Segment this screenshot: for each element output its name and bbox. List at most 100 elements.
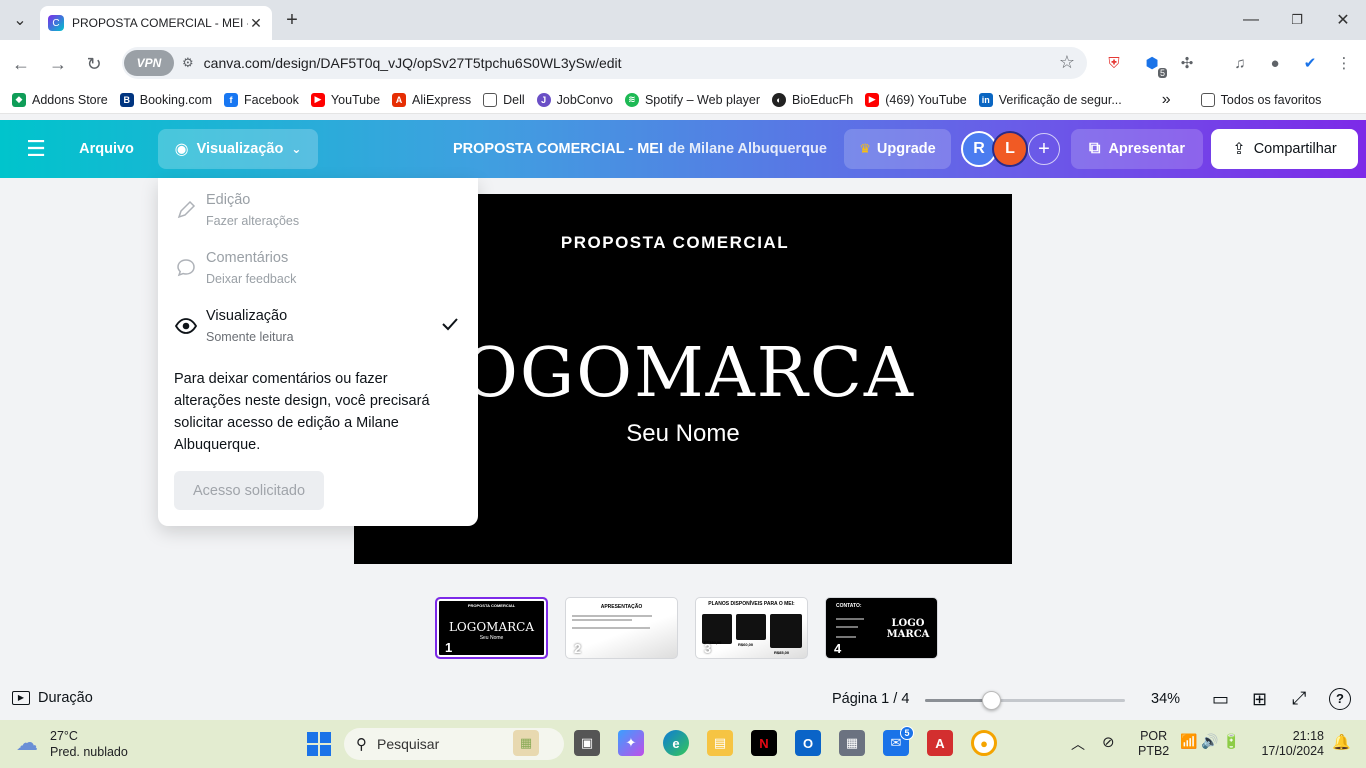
timer-icon: ▶ <box>12 691 30 705</box>
clock[interactable]: 21:18 17/10/2024 <box>1260 729 1324 759</box>
tray-overflow-icon[interactable]: ︿ <box>1071 734 1085 754</box>
weather-desc[interactable]: Pred. nublado <box>50 745 128 759</box>
security-extension-icon[interactable]: ✔ <box>1299 52 1321 74</box>
view-mode-button[interactable]: ◉ Visualização ⌄ <box>158 129 318 169</box>
grid-view-icon[interactable]: ⊞ <box>1252 689 1267 710</box>
shield-extension-icon[interactable]: ⛨ <box>1103 52 1125 74</box>
comment-icon <box>174 256 198 280</box>
bookmark-jobconvo[interactable]: J JobConvo <box>536 92 613 107</box>
puzzle-extension-icon[interactable]: ⬢ 5 <box>1141 52 1167 78</box>
bookmark-label: JobConvo <box>556 92 613 107</box>
hamburger-menu-icon[interactable]: ☰ <box>22 135 50 163</box>
document-title[interactable]: PROPOSTA COMERCIAL - MEI de Milane Albuq… <box>440 129 840 169</box>
new-tab-icon[interactable]: + <box>280 8 304 32</box>
windows-start-icon[interactable] <box>307 732 331 756</box>
fullscreen-icon[interactable]: ⤢ <box>1292 688 1306 709</box>
duration-button[interactable]: ▶ Duração <box>12 690 93 706</box>
netflix-icon[interactable]: N <box>751 730 777 756</box>
bookmarks-more-button[interactable]: » <box>1162 91 1171 109</box>
spotify-icon: ≋ <box>624 92 639 107</box>
share-button[interactable]: ⇪ Compartilhar <box>1211 129 1358 169</box>
copilot-icon[interactable]: ✦ <box>618 730 644 756</box>
bookmark-addons-store[interactable]: ◆ Addons Store <box>12 92 108 107</box>
bookmark-star-icon[interactable]: ☆ <box>1059 52 1075 73</box>
thumb-text-line <box>836 618 864 620</box>
notes-view-icon[interactable]: ▭ <box>1212 689 1229 710</box>
back-icon[interactable]: ← <box>8 51 34 77</box>
start-tile <box>307 732 318 743</box>
page-thumbnail-4[interactable]: CONTATO: LOGO MARCA 4 <box>825 597 938 659</box>
outlook-icon[interactable]: O <box>795 730 821 756</box>
address-bar[interactable]: VPN ⚙ canva.com/design/DAF5T0q_vJQ/opSv2… <box>122 47 1087 79</box>
calculator-icon[interactable]: ▦ <box>839 730 865 756</box>
mail-icon[interactable]: ✉ 5 <box>883 726 914 756</box>
site-settings-icon[interactable]: ⚙ <box>182 55 194 71</box>
acrobat-icon[interactable]: A <box>927 730 953 756</box>
bookmark-spotify[interactable]: ≋ Spotify – Web player <box>624 92 760 107</box>
present-button[interactable]: ⧉ Apresentar <box>1071 129 1203 169</box>
page-thumbnail-3[interactable]: PLANOS DISPONÍVEIS PARA O MEI: R$350,00 … <box>695 597 808 659</box>
bookmark-label: AliExpress <box>412 92 472 107</box>
bookmark-facebook[interactable]: f Facebook <box>224 92 299 107</box>
upgrade-button[interactable]: ♛ Upgrade <box>844 129 951 169</box>
restore-icon[interactable]: ❐ <box>1285 8 1309 32</box>
tray-status-icons[interactable]: 📶🔊🔋 <box>1180 733 1244 750</box>
reload-icon[interactable]: ↻ <box>81 51 107 77</box>
profile-icon[interactable]: ● <box>1264 52 1286 74</box>
bookmark-bioeducfh[interactable]: ◐ BioEducFh <box>772 92 853 107</box>
extensions-icon[interactable]: ✣ <box>1176 52 1198 74</box>
pencil-icon <box>174 198 198 222</box>
bookmark-linkedin[interactable]: in Verificação de segur... <box>978 92 1122 107</box>
widgets-icon[interactable]: ▦ <box>513 730 539 756</box>
more-chevron-icon: » <box>1161 90 1171 108</box>
share-icon: ⇪ <box>1232 141 1246 158</box>
minimize-icon[interactable]: — <box>1239 8 1263 32</box>
youtube-icon: ▶ <box>865 92 880 107</box>
bookmark-booking[interactable]: B Booking.com <box>119 92 212 107</box>
network-off-icon[interactable]: ⊘ <box>1102 733 1115 751</box>
language-indicator[interactable]: POR PTB2 <box>1138 729 1169 759</box>
menu-item-comments[interactable]: Comentários Deixar feedback <box>174 240 464 290</box>
chrome-canary-icon[interactable]: ● <box>971 730 997 756</box>
zoom-slider[interactable] <box>925 691 1125 710</box>
url-text[interactable]: canva.com/design/DAF5T0q_vJQ/opSv27T5tpc… <box>204 55 622 71</box>
zoom-slider-handle[interactable] <box>982 691 1001 710</box>
add-collaborator-button[interactable]: + <box>1028 133 1060 165</box>
file-menu-button[interactable]: Arquivo <box>70 129 143 169</box>
doc-owner-text: de Milane Albuquerque <box>668 141 827 157</box>
bookmark-youtube[interactable]: ▶ YouTube <box>310 92 380 107</box>
tab-search-icon[interactable]: ⌄ <box>8 8 32 32</box>
share-label: Compartilhar <box>1253 141 1337 157</box>
thumb-number: 2 <box>574 641 582 656</box>
browser-tab[interactable]: C PROPOSTA COMERCIAL - MEI - ... ✕ <box>40 6 272 40</box>
help-icon[interactable]: ? <box>1329 688 1351 710</box>
browser-tab-strip: ⌄ C PROPOSTA COMERCIAL - MEI - ... ✕ + —… <box>0 0 1366 40</box>
thumb-price: R$85,00 <box>774 650 790 655</box>
linkedin-icon: in <box>978 92 993 107</box>
close-tab-icon[interactable]: ✕ <box>248 15 264 32</box>
forward-icon[interactable]: → <box>45 51 71 77</box>
media-control-icon[interactable]: ♫ <box>1229 52 1251 74</box>
menu-item-view[interactable]: Visualização Somente leitura <box>174 298 464 348</box>
menu-item-edit[interactable]: Edição Fazer alterações <box>174 182 464 232</box>
edge-icon[interactable]: e <box>663 730 689 756</box>
bookmark-youtube-469[interactable]: ▶ (469) YouTube <box>865 92 967 107</box>
vpn-badge[interactable]: VPN <box>124 50 174 76</box>
notification-icon[interactable]: 🔔 <box>1332 733 1351 751</box>
thumb-price: R$60,00 <box>738 642 754 647</box>
task-view-icon[interactable]: ▣ <box>574 730 600 756</box>
all-favorites-folder[interactable]: Todos os favoritos <box>1200 92 1321 107</box>
access-requested-button[interactable]: Acesso solicitado <box>174 471 324 510</box>
bookmark-dell[interactable]: Dell <box>483 92 525 107</box>
page-thumbnail-2[interactable]: APRESENTAÇÃO 2 <box>565 597 678 659</box>
page-thumbnail-1[interactable]: PROPOSTA COMERCIAL LOGOMARCA Seu Nome 1 <box>435 597 548 659</box>
menu-item-title: Edição <box>206 192 251 208</box>
file-explorer-icon[interactable]: ▤ <box>707 730 733 756</box>
browser-menu-icon[interactable]: ⋮ <box>1333 52 1355 74</box>
close-window-icon[interactable]: ✕ <box>1331 8 1355 32</box>
zoom-level[interactable]: 34% <box>1151 691 1180 707</box>
weather-temp[interactable]: 27°C <box>50 729 78 743</box>
avatar-l[interactable]: L <box>992 131 1028 167</box>
bookmark-aliexpress[interactable]: A AliExpress <box>392 92 472 107</box>
thumb-text-line <box>572 627 650 629</box>
